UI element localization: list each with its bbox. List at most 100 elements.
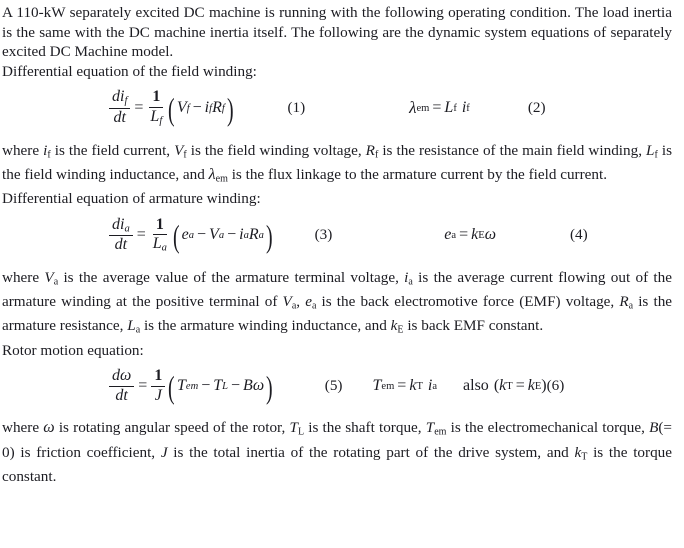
equation-1-rhs-denominator: Lf <box>150 108 163 127</box>
equation-row-2: dia dt = 1 La ( ea − Va − iaRa ) (3) ea … <box>0 216 684 254</box>
field-description-paragraph: where if is the field current, Vf is the… <box>0 141 684 189</box>
text-fragment: is the armature winding inductance, and <box>140 317 391 335</box>
symbol-R-f: R <box>365 141 375 159</box>
text-fragment: is the shaft torque, <box>304 419 426 437</box>
symbol-V-a-2: V <box>282 293 292 311</box>
intro-line-1: A 110-kW separately excited DC machine i… <box>2 4 599 21</box>
equation-6-also: also <box>463 377 489 395</box>
intro-paragraph: A 110-kW separately excited DC machine i… <box>0 0 684 62</box>
document-page: A 110-kW separately excited DC machine i… <box>0 0 684 548</box>
equation-3-minus-1: − <box>197 226 207 244</box>
equation-6-T: T <box>372 377 382 395</box>
equation-5-B: B <box>243 377 253 395</box>
equation-5-denominator: dt <box>115 386 128 404</box>
text-fragment: is back EMF constant. <box>403 317 544 335</box>
armature-description-paragraph: where Va is the average value of the arm… <box>0 268 684 341</box>
equation-6-T-sub: em <box>381 380 395 392</box>
equation-5-T-sub: em <box>185 380 199 392</box>
equation-5-equals: = <box>138 377 148 395</box>
symbol-T-L: T <box>289 419 298 437</box>
equation-3-equals: = <box>136 226 146 244</box>
text-fragment: where <box>2 269 45 287</box>
symbol-e-a: e <box>305 293 312 311</box>
symbol-T-em-sub: em <box>434 427 447 439</box>
equation-2-L-sub: f <box>453 102 457 114</box>
equation-3-minus-2: − <box>227 226 237 244</box>
equation-6-equals-2: = <box>515 377 525 395</box>
symbol-lambda-em: λ <box>208 165 216 183</box>
equation-4-omega: ω <box>484 226 496 244</box>
text-fragment: , <box>296 293 306 311</box>
text-fragment: is the electromechanical torque, <box>446 419 650 437</box>
equation-4-equals: = <box>459 226 469 244</box>
symbol-lambda-em-sub: em <box>215 173 228 185</box>
field-winding-heading: Differential equation of the field windi… <box>2 62 257 80</box>
symbol-R-a: R <box>619 293 629 311</box>
equation-5-minus-1: − <box>201 377 211 395</box>
equation-1-R: R <box>212 99 222 117</box>
equation-1-rhs-fraction: 1 Lf <box>147 89 165 127</box>
symbol-V-a: V <box>44 269 54 287</box>
equation-5-numerator: dω <box>109 367 135 387</box>
equation-3-rhs-fraction: 1 La <box>150 216 170 254</box>
equation-4-e: e <box>444 226 452 244</box>
equation-2: λ em = Lfif <box>409 98 470 118</box>
text-fragment: is the average value of the armature ter… <box>58 269 405 287</box>
equation-3-e: e <box>181 226 189 244</box>
text-fragment: where <box>2 419 44 437</box>
equation-5-rhs-numerator: 1 <box>151 368 166 387</box>
rotor-description-paragraph: where ω is rotating angular speed of the… <box>0 418 684 486</box>
equation-1-numerator: dif <box>109 89 131 110</box>
equation-5-TL: T <box>213 377 223 395</box>
equation-5-rhs-fraction: 1 J <box>151 368 166 404</box>
text-fragment: where <box>2 141 44 159</box>
equation-row-3: dω dt = 1 J ( Tem − TL − Bω ) (5) Tem = … <box>0 367 684 404</box>
equation-5-minus-2: − <box>231 377 241 395</box>
equation-1-rhs-numerator: 1 <box>149 89 164 108</box>
equation-3-number: (3) <box>314 226 333 244</box>
armature-winding-heading: Differential equation of armature windin… <box>2 190 261 208</box>
equation-3-numerator: dia <box>109 216 133 237</box>
equation-1-V: V <box>176 99 187 117</box>
text-fragment: is the back electromotive force (EMF) vo… <box>316 293 620 311</box>
equation-2-equals: = <box>432 99 442 117</box>
equation-2-L: L <box>444 99 454 117</box>
equation-1-denominator: dt <box>113 109 126 127</box>
equation-5: dω dt = 1 J ( Tem − TL − Bω ) <box>108 367 275 404</box>
equation-6: Tem = kTia also(k T = k E) (6) <box>373 377 565 395</box>
equation-1-number: (1) <box>287 99 306 117</box>
equation-6-number: (6) <box>546 377 565 395</box>
equation-3-R-sub: a <box>258 229 264 241</box>
equation-5-lhs-fraction: dω dt <box>109 367 135 404</box>
equation-6-equals: = <box>397 377 407 395</box>
equation-3-V: V <box>209 226 219 244</box>
equation-2-i-sub: f <box>466 102 470 114</box>
equation-3-R: R <box>248 226 259 244</box>
equation-5-T: T <box>176 377 186 395</box>
equation-4: ea = kEω <box>444 226 496 244</box>
equation-6-k: k <box>409 377 417 395</box>
symbol-T-em: T <box>425 419 435 437</box>
text-fragment: is the flux linkage to the armature curr… <box>227 165 608 183</box>
text-fragment: is the field current, <box>50 141 175 159</box>
equation-4-k: k <box>471 226 479 244</box>
equation-1: dif dt = 1 Lf ( Vf − ifRf ) <box>108 89 235 127</box>
text-fragment: is rotating angular speed of the rotor, <box>54 419 290 437</box>
symbol-B: B <box>649 419 659 437</box>
symbol-L-a: L <box>127 317 136 335</box>
equation-6-k-sub: T <box>416 380 423 392</box>
equation-6-kT: k <box>499 377 507 395</box>
symbol-omega: ω <box>43 419 55 437</box>
equation-6-kE: k <box>527 377 535 395</box>
equation-5-omega: ω <box>252 377 265 395</box>
equation-3: dia dt = 1 La ( ea − Va − iaRa ) <box>108 216 275 254</box>
equation-3-denominator: dt <box>114 236 128 254</box>
text-fragment: is the resistance of the main field wind… <box>378 141 647 159</box>
equation-5-rhs-denominator: J <box>154 386 162 404</box>
equation-1-minus: − <box>192 99 202 117</box>
